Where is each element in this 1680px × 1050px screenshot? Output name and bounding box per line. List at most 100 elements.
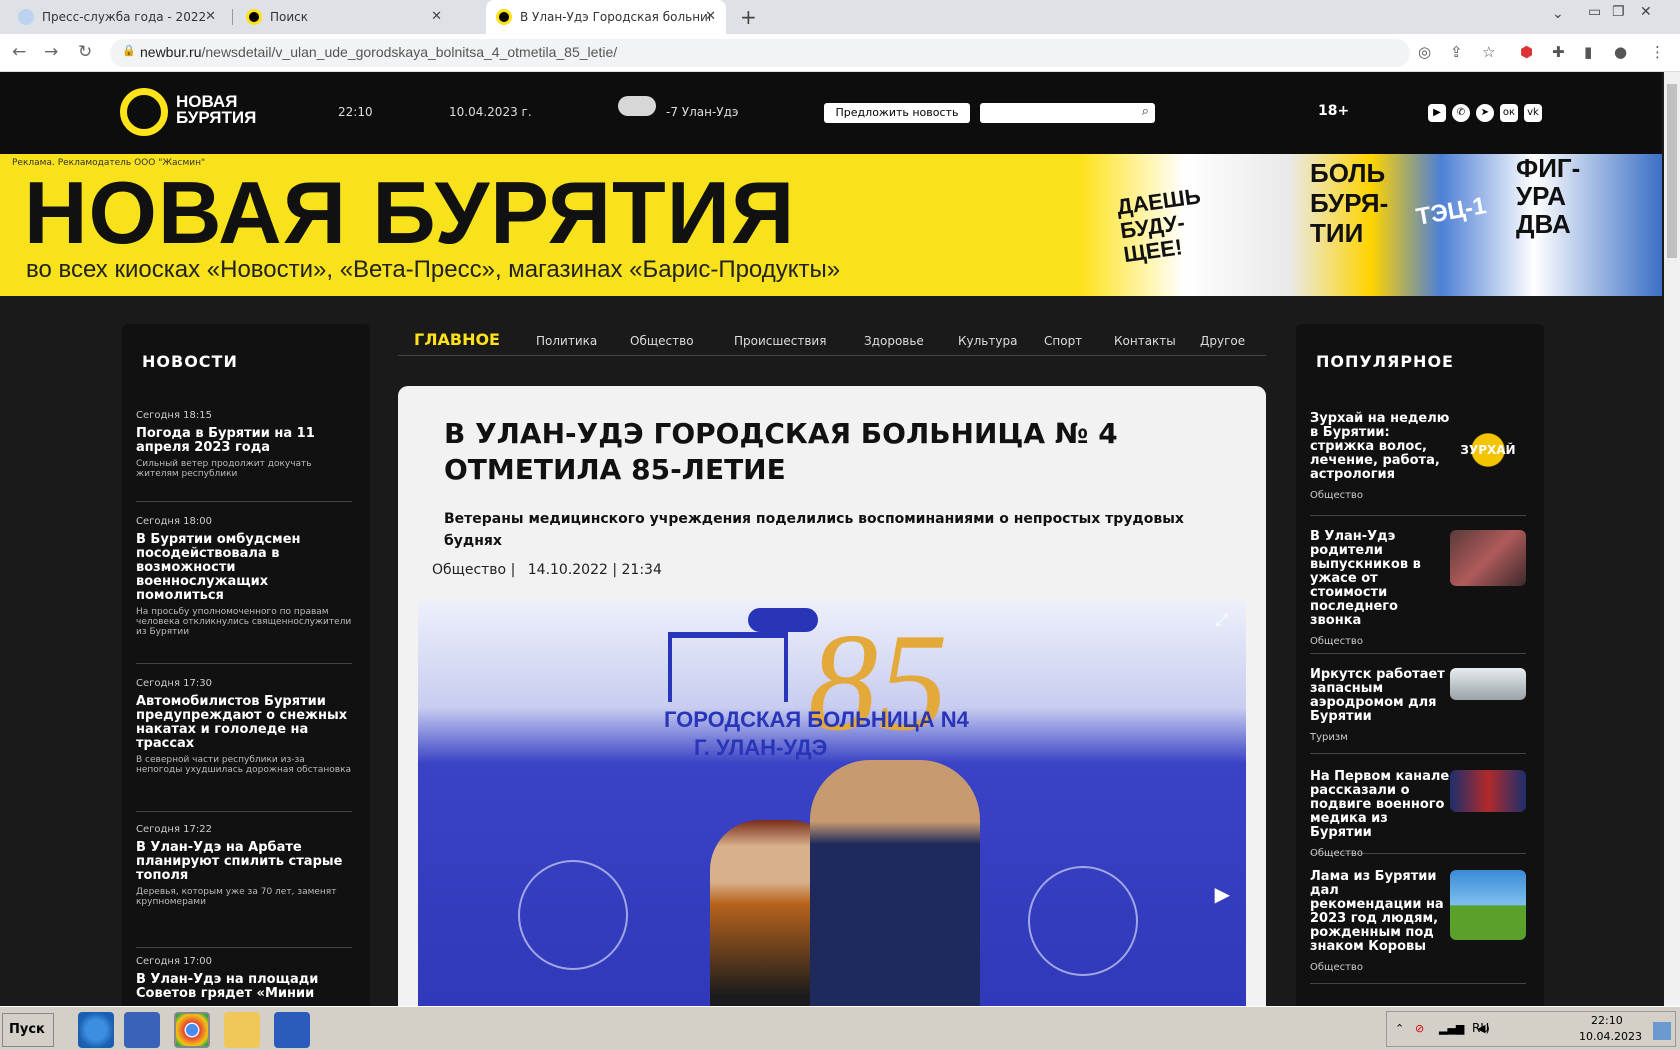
site-logo[interactable]: НОВАЯ БУРЯТИЯ [176, 93, 257, 127]
scrollbar-thumb[interactable] [1667, 84, 1677, 258]
ok-icon[interactable]: ок [1500, 104, 1518, 122]
news-title: В Улан-Удэ на площади Советов грядет «Ми… [136, 972, 319, 1001]
photo-caption: ГОРОДСКАЯ БОЛЬНИЦА N4 Г. УЛАН-УДЭ [664, 706, 969, 762]
network-warning-icon[interactable]: ⊘ [1415, 1022, 1424, 1035]
new-tab-icon[interactable]: + [740, 5, 757, 29]
popular-item[interactable]: На Первом канале рассказали о подвиге во… [1310, 769, 1526, 859]
file-explorer-icon[interactable] [224, 1012, 260, 1048]
article-title: В УЛАН-УДЭ ГОРОДСКАЯ БОЛЬНИЦА № 4 ОТМЕТИ… [444, 417, 1118, 486]
age-rating: 18+ [1318, 103, 1350, 119]
url-path: /newsdetail/v_ulan_ude_gorodskaya_bolnit… [201, 44, 618, 60]
page-scrollbar[interactable] [1664, 72, 1680, 1006]
youtube-icon[interactable]: ▶ [1428, 104, 1446, 122]
expand-icon[interactable]: ⤢ [1215, 610, 1228, 630]
menu-item-health[interactable]: Здоровье [864, 334, 924, 348]
next-slide-icon[interactable]: ▶ [1215, 882, 1230, 906]
tab-search-chevron-icon[interactable]: ⌄ [1552, 6, 1564, 22]
weather-cloud-icon [618, 96, 656, 116]
ad-banner[interactable]: Реклама. Рекламодатель ООО "Жасмин" НОВА… [0, 154, 1662, 296]
header-weather: -7 Улан-Удэ [666, 105, 739, 119]
browser-tab-strip: Пресс-служба года - 2022 - Подать ✕ Поис… [0, 0, 1680, 34]
popular-item[interactable]: Иркутск работает запасным аэродромом для… [1310, 668, 1526, 754]
show-desktop-icon[interactable] [1653, 1022, 1671, 1040]
back-icon[interactable]: ← [12, 42, 26, 62]
article-category[interactable]: Общество | [432, 562, 515, 578]
news-summary: Деревья, которым уже за 70 лет, заменят … [136, 887, 337, 907]
bookmark-star-icon[interactable]: ☆ [1482, 43, 1495, 61]
signal-icon[interactable]: ▂▄▆ [1439, 1022, 1464, 1035]
news-item[interactable]: Сегодня 18:00 В Бурятии омбудсмен посоде… [136, 516, 352, 664]
tab-article[interactable]: В Улан-Удэ Городская больница № ✕ [486, 0, 726, 34]
menu-item-main[interactable]: ГЛАВНОЕ [414, 330, 500, 349]
profile-avatar-icon[interactable]: ● [1614, 43, 1627, 61]
popular-title: На Первом канале рассказали о подвиге во… [1310, 769, 1450, 840]
url-host: newbur.ru [140, 44, 202, 60]
search-input[interactable]: ⌕ [980, 103, 1155, 123]
whatsapp-icon[interactable]: ✆ [1452, 104, 1470, 122]
close-tab-icon[interactable]: ✕ [431, 9, 442, 24]
menu-item-contacts[interactable]: Контакты [1114, 334, 1176, 348]
tab-search[interactable]: Поиск ✕ [236, 0, 452, 34]
side-panel-icon[interactable]: ▮ [1584, 43, 1592, 61]
url-input[interactable]: 🔒 newbur.ru/newsdetail/v_ulan_ude_gorods… [110, 39, 1410, 67]
popular-item[interactable]: В Улан-Удэ родители выпускников в ужасе … [1310, 530, 1526, 654]
popular-item[interactable]: Лама из Бурятии дал рекомендации на 2023… [1310, 870, 1526, 984]
menu-item-other[interactable]: Другое [1200, 334, 1245, 348]
internet-explorer-icon[interactable] [78, 1012, 114, 1048]
telegram-icon[interactable]: ➤ [1476, 104, 1494, 122]
menu-item-politics[interactable]: Политика [536, 334, 597, 348]
close-tab-icon[interactable]: ✕ [705, 9, 716, 24]
adblock-icon[interactable]: ⬢ [1520, 43, 1533, 61]
ad-cover-text-4: ФИГ- УРА ДВА [1516, 154, 1581, 239]
tab-title: Пресс-служба года - 2022 - Подать [42, 10, 210, 24]
menu-item-incidents[interactable]: Происшествия [734, 334, 826, 348]
extensions-icon[interactable]: ✚ [1552, 43, 1565, 61]
forward-icon[interactable]: → [44, 42, 58, 62]
news-item[interactable]: Сегодня 17:22 В Улан-Удэ на Арбате плани… [136, 824, 352, 948]
address-bar-row: ← → ↻ 🔒 newbur.ru/newsdetail/v_ulan_ude_… [0, 34, 1680, 72]
menu-item-society[interactable]: Общество [630, 334, 694, 348]
article-photo[interactable]: 85 ГОРОДСКАЯ БОЛЬНИЦА N4 Г. УЛАН-УДЭ ⤢ ▶ [418, 600, 1246, 1006]
minimize-icon[interactable]: ▭ [1588, 4, 1601, 20]
logo-ring-icon[interactable] [120, 88, 168, 136]
close-window-icon[interactable]: ✕ [1640, 4, 1652, 20]
chrome-icon[interactable] [174, 1012, 210, 1048]
media-player-icon[interactable] [124, 1012, 160, 1048]
logo-line-2: БУРЯТИЯ [176, 108, 257, 127]
suggest-news-button[interactable]: Предложить новость [824, 103, 970, 123]
news-item[interactable]: Сегодня 17:30 Автомобилистов Бурятии пре… [136, 678, 352, 812]
clock-date[interactable]: 10.04.2023 [1579, 1030, 1642, 1043]
volume-icon[interactable]: ◀) [1477, 1022, 1490, 1035]
site-header: НОВАЯ БУРЯТИЯ 22:10 10.04.2023 г. -7 Ула… [0, 72, 1662, 154]
newbur-favicon-icon [246, 9, 262, 25]
ad-cover-text-1: ДАЕШЬ БУДУ- ЩЕЕ! [1115, 183, 1203, 268]
popular-thumbnail [1450, 530, 1526, 586]
start-button[interactable]: Пуск [2, 1013, 54, 1047]
popular-category: Туризм [1310, 732, 1348, 743]
reload-icon[interactable]: ↻ [78, 42, 92, 62]
menu-kebab-icon[interactable]: ⋮ [1650, 43, 1665, 61]
news-item[interactable]: Сегодня 17:00 В Улан-Удэ на площади Сове… [136, 956, 352, 1006]
tab-press-service[interactable]: Пресс-служба года - 2022 - Подать ✕ [8, 0, 226, 34]
menu-item-sport[interactable]: Спорт [1044, 334, 1082, 348]
news-item[interactable]: Сегодня 18:15 Погода в Бурятии на 11 апр… [136, 410, 352, 502]
tray-expand-icon[interactable]: ⌃ [1395, 1022, 1404, 1035]
tab-title: В Улан-Удэ Городская больница № [520, 10, 710, 24]
popular-column: ПОПУЛЯРНОЕ Зурхай на неделю в Бурятии: с… [1296, 324, 1544, 1006]
menu-item-culture[interactable]: Культура [958, 334, 1017, 348]
search-icon[interactable]: ⌕ [1142, 104, 1149, 119]
article-card: В УЛАН-УДЭ ГОРОДСКАЯ БОЛЬНИЦА № 4 ОТМЕТИ… [398, 386, 1266, 1006]
maximize-icon[interactable]: ❐ [1612, 4, 1625, 20]
vk-icon[interactable]: vk [1524, 104, 1542, 122]
photo-caption-2: Г. УЛАН-УДЭ [694, 735, 828, 760]
word-icon[interactable] [274, 1012, 310, 1048]
clock-time[interactable]: 22:10 [1591, 1014, 1623, 1027]
close-tab-icon[interactable]: ✕ [205, 9, 216, 24]
header-date: 10.04.2023 г. [449, 105, 532, 119]
popular-item[interactable]: Зурхай на неделю в Бурятии: стрижка воло… [1310, 412, 1526, 516]
tracking-off-icon[interactable]: ◎ [1418, 43, 1431, 61]
news-time: Сегодня 17:22 [136, 824, 212, 835]
news-time: Сегодня 17:00 [136, 956, 212, 967]
share-icon[interactable]: ⇪ [1450, 43, 1463, 61]
tab-separator [232, 9, 233, 25]
